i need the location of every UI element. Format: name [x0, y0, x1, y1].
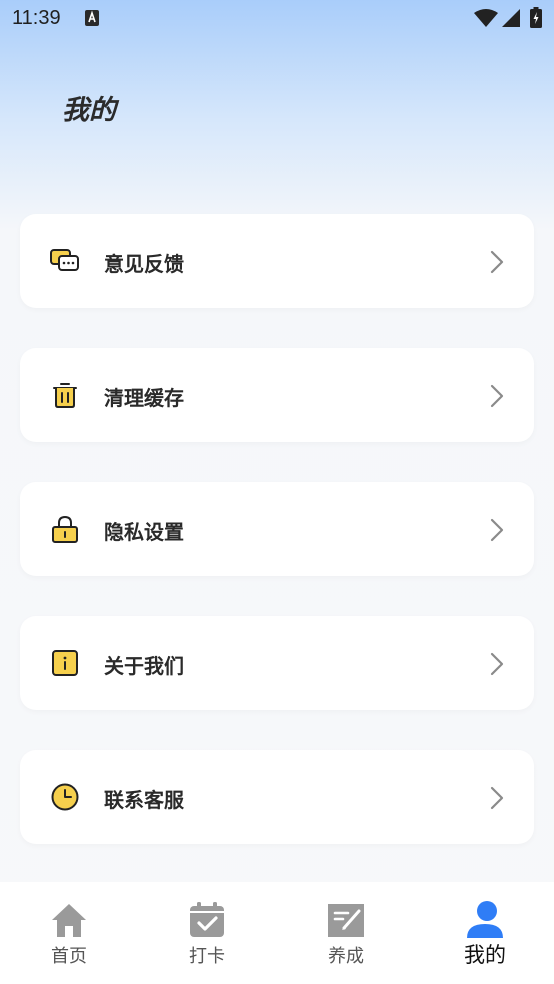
- tab-mine[interactable]: 我的: [416, 882, 554, 984]
- menu-item-label: 清理缓存: [104, 386, 184, 410]
- tab-cultivate[interactable]: 养成: [277, 882, 415, 984]
- chevron-right-icon: [490, 250, 504, 274]
- menu-item-label: 关于我们: [104, 654, 184, 678]
- clock-icon: [51, 783, 79, 811]
- page-title: 我的: [62, 95, 116, 126]
- status-time: 11:39: [12, 7, 61, 29]
- tab-label: 打卡: [189, 946, 225, 967]
- info-icon: [52, 650, 78, 676]
- menu-item-about[interactable]: 关于我们: [20, 616, 534, 710]
- menu-item-customer-service[interactable]: 联系客服: [20, 750, 534, 844]
- bottom-tab-bar: 首页 打卡 养成 我的: [0, 882, 554, 984]
- battery-charging-icon: [530, 7, 542, 28]
- chevron-right-icon: [490, 652, 504, 676]
- home-icon: [52, 904, 86, 937]
- wifi-icon: [474, 9, 498, 27]
- lock-icon: [52, 515, 78, 543]
- note-edit-icon: [328, 904, 364, 937]
- menu-item-label: 意见反馈: [104, 252, 184, 276]
- tab-label: 首页: [51, 946, 87, 967]
- keyboard-a-icon: [85, 10, 99, 26]
- menu-item-feedback[interactable]: 意见反馈: [20, 214, 534, 308]
- menu-item-privacy[interactable]: 隐私设置: [20, 482, 534, 576]
- status-bar: 11:39: [0, 0, 554, 38]
- signal-icon: [502, 9, 520, 27]
- calendar-check-icon: [190, 902, 224, 937]
- feedback-icon: [50, 249, 79, 271]
- tab-home[interactable]: 首页: [0, 882, 138, 984]
- menu-item-label: 隐私设置: [104, 520, 184, 544]
- chevron-right-icon: [490, 518, 504, 542]
- chevron-right-icon: [490, 786, 504, 810]
- trash-icon: [53, 383, 77, 408]
- menu-item-label: 联系客服: [104, 788, 184, 812]
- tab-check-in[interactable]: 打卡: [138, 882, 276, 984]
- tab-label: 我的: [464, 943, 506, 967]
- chevron-right-icon: [490, 384, 504, 408]
- menu-item-clear-cache[interactable]: 清理缓存: [20, 348, 534, 442]
- tab-label: 养成: [328, 946, 364, 967]
- user-icon: [467, 901, 503, 938]
